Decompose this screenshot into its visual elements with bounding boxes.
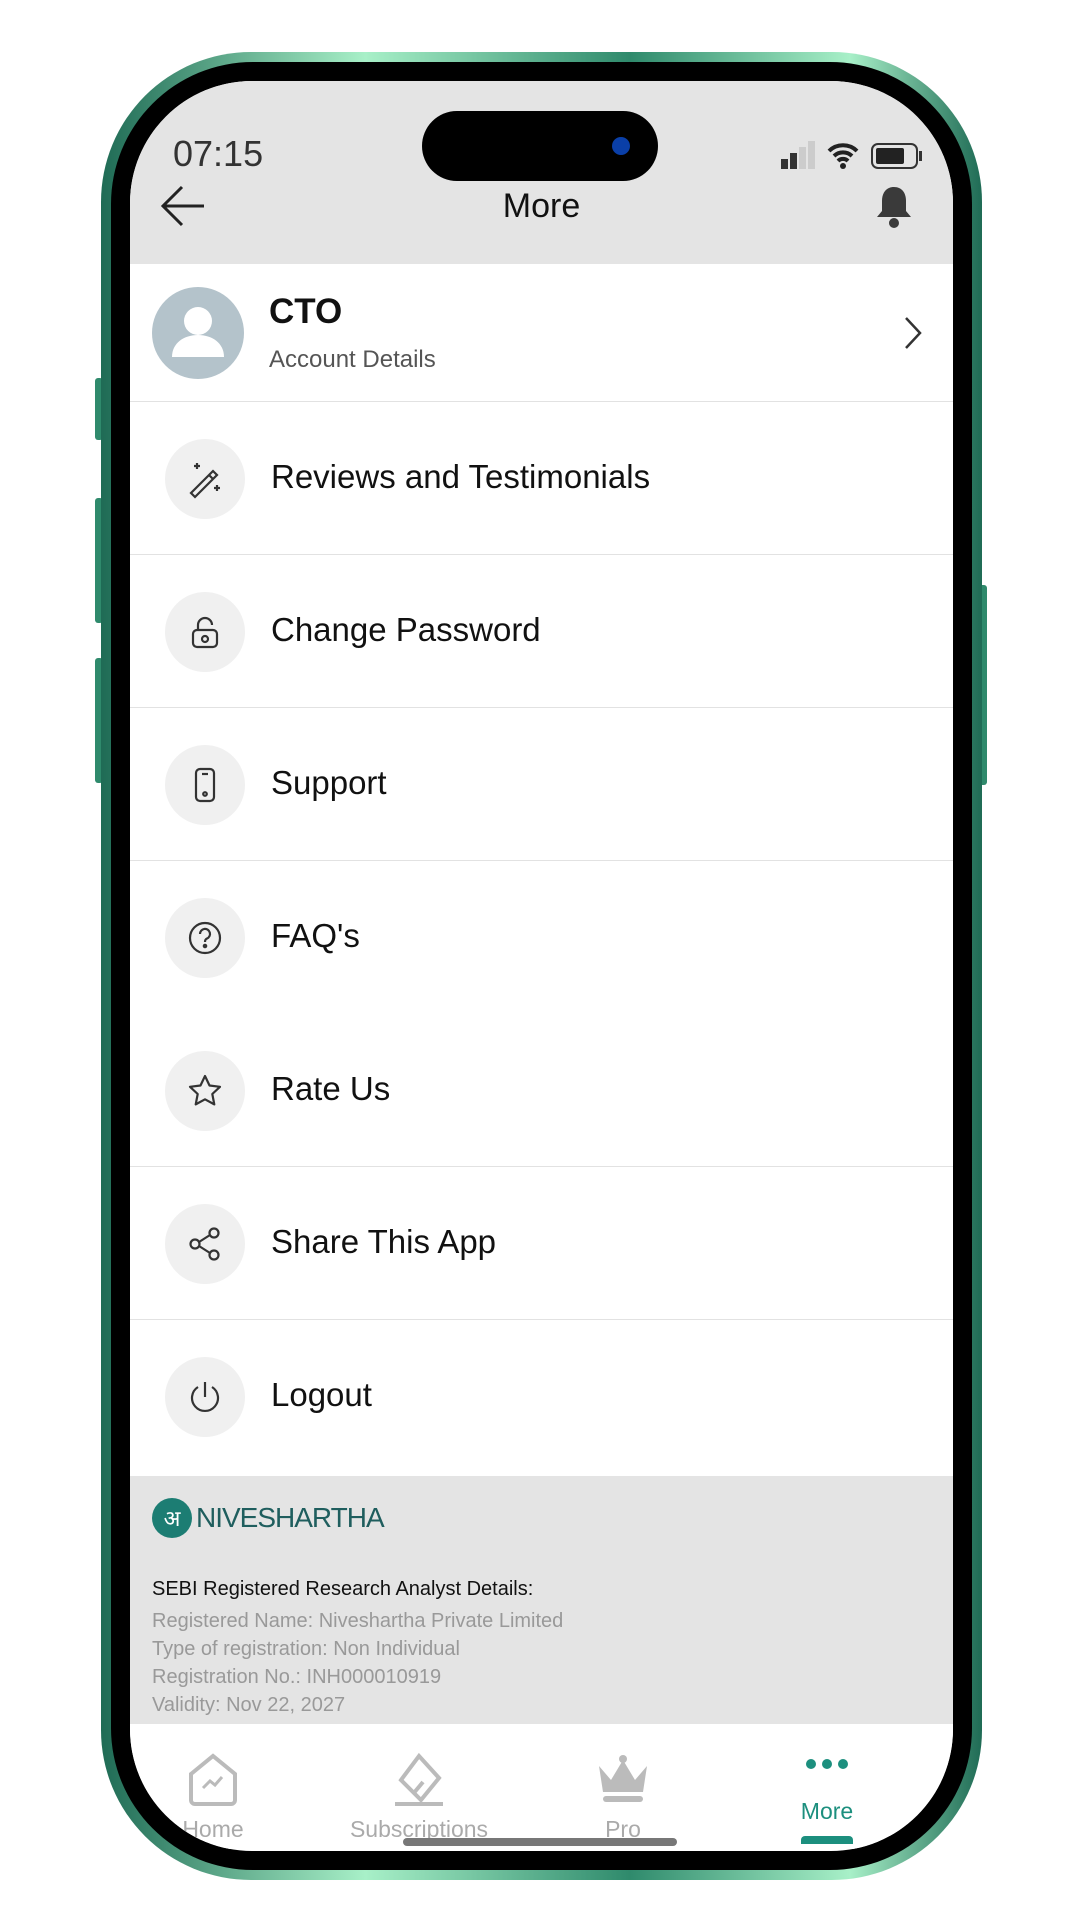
registered-name: Registered Name: Niveshartha Private Lim… [152, 1610, 564, 1632]
registration-number: Registration No.: INH000010919 [152, 1666, 442, 1688]
profile-name: CTO [269, 292, 343, 331]
sebi-footer: अ NIVESHARTHA SEBI Registered Research An… [130, 1476, 953, 1724]
registration-type: Type of registration: Non Individual [152, 1638, 460, 1660]
signal-icon [781, 141, 815, 169]
unlock-icon [191, 616, 219, 649]
home-indicator[interactable] [403, 1838, 677, 1846]
account-details-row[interactable]: CTO Account Details [130, 264, 953, 402]
menu-item-rate-us[interactable]: Rate Us [130, 1014, 953, 1167]
tab-subscriptions[interactable]: Subscriptions [319, 1724, 519, 1849]
tab-more[interactable]: More [727, 1724, 927, 1849]
menu-item-change-password[interactable]: Change Password [130, 555, 953, 708]
crown-icon [599, 1755, 647, 1802]
sebi-heading: SEBI Registered Research Analyst Details… [152, 1578, 534, 1600]
share-icon [189, 1227, 220, 1261]
card-icon [395, 1752, 443, 1806]
menu-label: Rate Us [271, 1070, 391, 1107]
menu-label: Logout [271, 1376, 372, 1413]
menu-item-logout[interactable]: Logout [130, 1320, 953, 1473]
menu-label: Support [271, 764, 387, 801]
bottom-tab-bar: Home Subscriptions Pro More [130, 1724, 953, 1849]
tab-home[interactable]: Home [130, 1724, 313, 1849]
home-chart-icon [189, 1753, 237, 1806]
phone-frame: 07:15 More CTO Account Details Reviews a… [101, 52, 982, 1880]
chevron-right-icon [905, 317, 922, 349]
menu-label: Reviews and Testimonials [271, 458, 651, 495]
menu-item-reviews[interactable]: Reviews and Testimonials [130, 402, 953, 555]
niveshartha-logo: अ NIVESHARTHA [152, 1498, 385, 1538]
tab-pro[interactable]: Pro [523, 1724, 723, 1849]
profile-subtitle: Account Details [269, 346, 436, 373]
active-tab-indicator [801, 1836, 853, 1844]
validity: Validity: Nov 22, 2027 [152, 1694, 346, 1716]
status-icons [779, 141, 923, 169]
status-time: 07:15 [173, 133, 264, 174]
more-dots-icon [806, 1759, 848, 1769]
user-icon [172, 307, 224, 357]
battery-icon [871, 143, 922, 169]
bell-icon[interactable] [875, 185, 913, 229]
menu-item-share[interactable]: Share This App [130, 1167, 953, 1320]
power-icon [190, 1382, 220, 1412]
dynamic-island [422, 111, 658, 181]
wifi-icon [827, 143, 859, 169]
avatar [152, 287, 244, 379]
phone-icon [194, 767, 216, 803]
question-icon [188, 921, 222, 955]
magic-wand-icon [189, 463, 220, 499]
menu-label: FAQ's [271, 917, 360, 954]
menu-label: Change Password [271, 611, 541, 648]
screen: 07:15 More CTO Account Details Reviews a… [130, 81, 953, 1851]
header: 07:15 More [130, 81, 953, 264]
menu-item-support[interactable]: Support [130, 708, 953, 861]
star-icon [188, 1074, 222, 1106]
menu-label: Share This App [271, 1223, 497, 1260]
page-title: More [502, 187, 581, 225]
menu-item-faqs[interactable]: FAQ's [130, 861, 953, 1014]
